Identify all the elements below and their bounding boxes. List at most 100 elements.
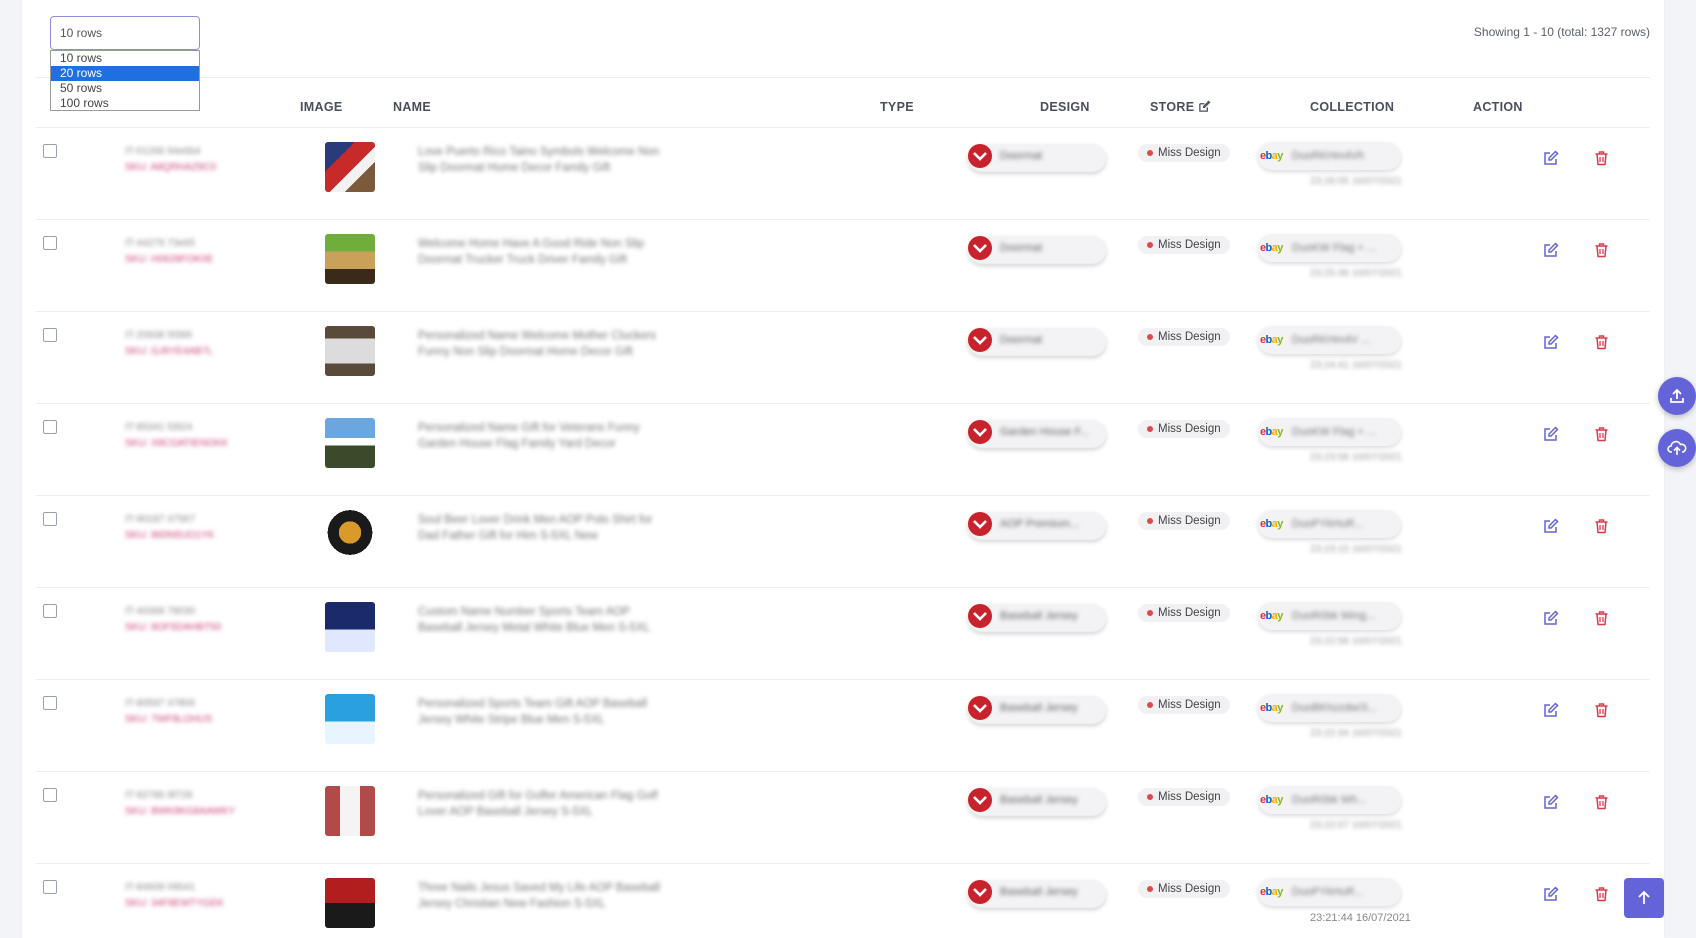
product-type-logo-icon [968,144,992,168]
delete-button[interactable] [1594,610,1609,631]
item-id-text: IT-84609 09541 [125,882,196,893]
delete-button[interactable] [1594,702,1609,723]
item-sku: SKU: BWK8KG8AAWKY [125,806,236,817]
product-name[interactable]: Personalized Sports Team Gift AOP Baseba… [418,696,668,728]
store-name: DuoR0bk Wing... [1292,610,1376,622]
row-checkbox[interactable] [43,420,57,434]
item-sku: SKU: 7WF8LOHUS [125,714,213,725]
row-checkbox[interactable] [43,788,57,802]
store-name: DuoR0bk Wh... [1292,794,1367,806]
item-id: IT-20938 5f395 SKU: GJ6YE4AB7L [125,328,213,360]
edit-button[interactable] [1543,518,1559,539]
table-row: IT-92786 9f728 SKU: BWK8KG8AAWKY Persona… [36,772,1650,864]
product-name[interactable]: Personalized Name Welcome Mother Clucker… [418,328,668,360]
edit-button[interactable] [1543,794,1559,815]
item-sku: SKU: 34F8EWTYGEK [125,898,224,909]
table-row: IT-80597 47806 SKU: 7WF8LOHUS Personaliz… [36,680,1650,772]
arrow-up-icon [1638,890,1650,904]
design-status-label: Miss Design [1158,331,1221,343]
edit-button[interactable] [1543,886,1559,907]
edit-button[interactable] [1543,426,1559,447]
ebay-logo-icon: ebay [1260,794,1283,806]
delete-button[interactable] [1594,242,1609,263]
product-name[interactable]: Soul Beer Lover Drink Men AOP Polo Shirt… [418,512,668,544]
ebay-logo-icon: ebay [1260,518,1283,530]
row-checkbox[interactable] [43,880,57,894]
pencil-square-icon [1544,426,1559,441]
delete-button[interactable] [1594,426,1609,447]
row-checkbox[interactable] [43,512,57,526]
row-checkbox[interactable] [43,236,57,250]
product-image[interactable] [325,786,375,836]
item-sku: SKU: A8QRHAZ9C0 [125,162,217,173]
edit-button[interactable] [1543,334,1559,355]
delete-button[interactable] [1594,518,1609,539]
cloud-upload-button[interactable] [1658,429,1696,467]
product-image[interactable] [325,418,375,468]
design-status-label: Miss Design [1158,607,1221,619]
store-name: DuoRKHm4Vh [1292,150,1365,162]
product-name[interactable]: Personalized Gift for Golfer American Fl… [418,788,668,820]
delete-button[interactable] [1594,150,1609,171]
trash-icon [1595,335,1608,350]
item-id-text: IT-90187 47567 [125,514,196,525]
rows-option-10[interactable]: 10 rows [51,51,199,66]
edit-store-icon[interactable] [1198,100,1211,116]
rows-per-page-select[interactable]: 10 rows [50,16,200,50]
rows-option-100[interactable]: 100 rows [51,96,199,111]
header-design: DESIGN [1040,100,1090,114]
product-name[interactable]: Custom Name Number Sports Team AOP Baseb… [418,604,668,636]
status-dot-icon [1147,610,1153,616]
scroll-to-top-button[interactable] [1624,878,1664,918]
product-image[interactable] [325,878,375,928]
upload-button[interactable] [1658,377,1696,415]
product-image[interactable] [325,510,375,560]
edit-button[interactable] [1543,150,1559,171]
upload-icon [1670,388,1684,403]
row-checkbox[interactable] [43,144,57,158]
header-action: ACTION [1473,100,1523,114]
design-status-label: Miss Design [1158,147,1221,159]
delete-button[interactable] [1594,334,1609,355]
row-checkbox[interactable] [43,328,57,342]
edit-button[interactable] [1543,702,1559,723]
store-name: DuoRKHm4V ... [1292,334,1371,346]
item-id-text: IT-44279 73e65 [125,238,196,249]
status-dot-icon [1147,794,1153,800]
design-status-badge: Miss Design [1138,144,1230,162]
header-collection: COLLECTION [1310,100,1395,114]
table-row: IT-40368 78030 SKU: 8OF5DAHBT50 Custom N… [36,588,1650,680]
product-name[interactable]: Three Nails Jesus Saved My Life AOP Base… [418,880,668,912]
rows-option-20[interactable]: 20 rows [51,66,199,81]
product-image[interactable] [325,234,375,284]
design-status-label: Miss Design [1158,699,1221,711]
delete-button[interactable] [1594,794,1609,815]
product-name[interactable]: Love Puerto Rico Taino Symbols Welcome N… [418,144,668,176]
pencil-square-icon [1544,794,1559,809]
product-image[interactable] [325,326,375,376]
product-type-label: Doormat [1000,334,1043,346]
edit-button[interactable] [1543,242,1559,263]
delete-button[interactable] [1594,886,1609,907]
ebay-logo-icon: ebay [1260,886,1283,898]
item-sku: SKU: 8OF5DAHBT50 [125,622,222,633]
design-status-badge: Miss Design [1138,604,1230,622]
row-checkbox[interactable] [43,696,57,710]
design-status-label: Miss Design [1158,883,1221,895]
product-image[interactable] [325,142,375,192]
product-name[interactable]: Welcome Home Have A Good Ride Non Slip D… [418,236,668,268]
row-checkbox[interactable] [43,604,57,618]
store-name: DuoPYkHuR... [1292,886,1364,898]
ebay-logo-icon: ebay [1260,426,1283,438]
item-id: IT-84609 09541 SKU: 34F8EWTYGEK [125,880,224,912]
product-image[interactable] [325,602,375,652]
trash-icon [1595,427,1608,442]
edit-button[interactable] [1543,610,1559,631]
table-row: IT-44279 73e65 SKU: H0628FOK0E Welcome H… [36,220,1650,312]
store-timestamp: 23:21:44 16/07/2021 [1310,912,1411,924]
rows-option-50[interactable]: 50 rows [51,81,199,96]
product-name[interactable]: Personalized Name Gift for Veterans Funn… [418,420,668,452]
pagination-summary: Showing 1 - 10 (total: 1327 rows) [1473,25,1650,39]
trash-icon [1595,151,1608,166]
product-image[interactable] [325,694,375,744]
